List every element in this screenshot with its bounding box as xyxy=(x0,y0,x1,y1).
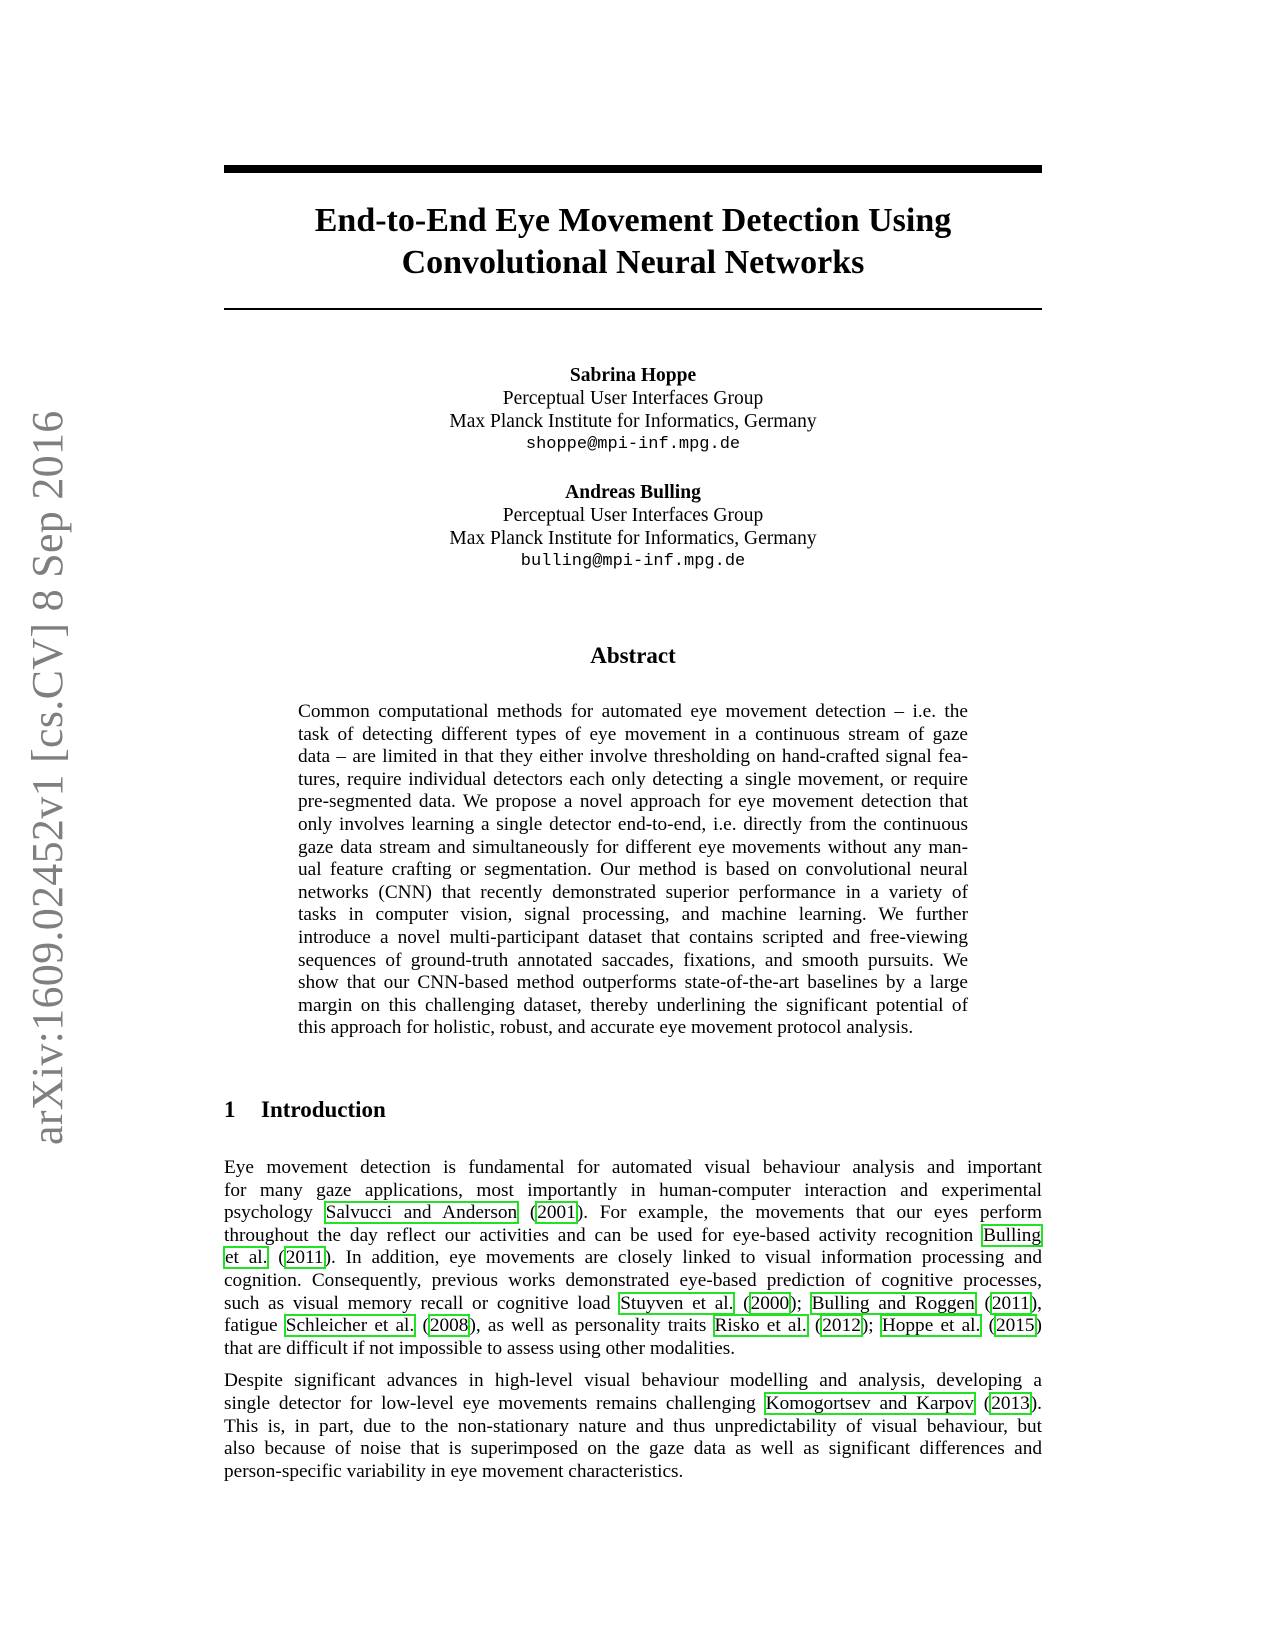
abstract-line: gaze data stream and simultaneously for … xyxy=(298,836,968,858)
citation-year-link[interactable]: 2001 xyxy=(535,1201,578,1225)
text-span: ). In addition, eye movements are closel… xyxy=(324,1247,1042,1269)
author-group: Perceptual User Interfaces Group xyxy=(502,388,764,409)
author-name: Andreas Bulling xyxy=(565,482,701,503)
text-line: Eye movement detection is fundamental fo… xyxy=(224,1157,1042,1178)
text-span: ( xyxy=(734,1292,750,1314)
text-span: ( xyxy=(415,1315,429,1337)
paper-title: End-to-End Eye Movement Detection Using … xyxy=(224,200,1042,284)
text-span: ( xyxy=(981,1315,995,1337)
text-span: such as visual memory recall or cognitiv… xyxy=(224,1292,620,1314)
citation-link[interactable]: Komogortsev and Karpov xyxy=(763,1391,976,1415)
text-line: also because of noise that is superimpos… xyxy=(224,1438,1042,1460)
text-span: psychology xyxy=(224,1202,325,1224)
abstract-line: networks (CNN) that recently demonstrate… xyxy=(298,881,968,903)
citation-link[interactable]: Bulling xyxy=(981,1223,1043,1247)
text-line: This is, in part, due to the non-station… xyxy=(224,1415,1042,1437)
text-line: single detector for low-level eye moveme… xyxy=(224,1391,1042,1416)
citation-link[interactable]: Salvucci and Anderson xyxy=(323,1201,520,1225)
abstract-line: tasks in computer vision, signal process… xyxy=(298,904,968,926)
title-bottom-rule xyxy=(224,308,1042,310)
title-top-rule xyxy=(224,165,1042,173)
text-span: ) xyxy=(1035,1315,1042,1337)
citation-year-link[interactable]: 2008 xyxy=(427,1314,471,1338)
text-span: ); xyxy=(861,1315,881,1337)
title-line-2: Convolutional Neural Networks xyxy=(401,244,865,281)
text-line: that are difficult if not impossible to … xyxy=(224,1337,736,1359)
citation-year-link[interactable]: 2011 xyxy=(283,1246,326,1270)
text-line: fatigue Schleicher et al. (2008), as wel… xyxy=(224,1314,1042,1338)
citation-year-link[interactable]: 2013 xyxy=(989,1391,1032,1415)
text-span: ); xyxy=(790,1292,811,1314)
abstract-line: ual feature crafting or segmentation. Ou… xyxy=(298,859,968,881)
abstract-line: task of detecting different types of eye… xyxy=(298,723,968,745)
text-span: ). For example, the movements that our e… xyxy=(576,1202,1042,1224)
text-line: throughout the day reflect our activitie… xyxy=(224,1223,1043,1248)
abstract-line: margin on this challenging dataset, ther… xyxy=(298,994,968,1016)
citation-link[interactable]: Risko et al. xyxy=(712,1314,809,1338)
text-line: Despite significant advances in high-lev… xyxy=(224,1370,1042,1392)
text-line: psychology Salvucci and Anderson (2001).… xyxy=(224,1201,1042,1225)
text-line: person-specific variability in eye movem… xyxy=(224,1460,684,1482)
text-span: ( xyxy=(268,1247,285,1269)
abstract-line: sequences of ground-truth annotated sacc… xyxy=(298,949,968,971)
text-span: ), xyxy=(1030,1292,1042,1314)
author-institute: Max Planck Institute for Informatics, Ge… xyxy=(449,528,817,549)
text-span: ( xyxy=(974,1392,991,1414)
text-line: cognition. Consequently, previous works … xyxy=(224,1269,1042,1291)
text-span: ). xyxy=(1030,1392,1042,1414)
author-name: Sabrina Hoppe xyxy=(569,365,697,386)
abstract-line: data – are limited in that they either i… xyxy=(298,746,968,768)
text-line: for many gaze applications, most importa… xyxy=(224,1179,1042,1201)
abstract-heading: Abstract xyxy=(590,643,676,668)
abstract-line: show that our CNN-based method outperfor… xyxy=(298,972,968,994)
introduction-body: Eye movement detection is fundamental fo… xyxy=(222,1157,1043,1493)
author-block: Sabrina Hoppe Perceptual User Interfaces… xyxy=(224,364,1042,456)
title-line-1: End-to-End Eye Movement Detection Using xyxy=(314,202,952,239)
citation-link[interactable]: Hoppe et al. xyxy=(879,1314,983,1338)
abstract-line: pre-segmented data. We propose a novel a… xyxy=(298,791,968,813)
text-span: ( xyxy=(975,1292,991,1314)
abstract-line: introduce a novel multi-participant data… xyxy=(298,926,968,948)
author-email[interactable]: shoppe@mpi-inf.mpg.de xyxy=(224,433,1042,456)
citation-year-link[interactable]: 2012 xyxy=(820,1314,863,1338)
citation-year-link[interactable]: 2011 xyxy=(989,1291,1032,1315)
section-title: Introduction xyxy=(261,1097,386,1122)
author-institute: Max Planck Institute for Informatics, Ge… xyxy=(449,411,817,432)
citation-year-link[interactable]: 2015 xyxy=(993,1314,1037,1338)
section-heading-introduction: 1 Introduction xyxy=(224,1097,386,1123)
abstract-line: tures, require individual detectors each… xyxy=(298,768,968,790)
citation-year-link[interactable]: 2000 xyxy=(748,1291,792,1315)
author-block: Andreas Bulling Perceptual User Interfac… xyxy=(224,481,1042,573)
abstract-line: Common computational methods for automat… xyxy=(298,701,968,722)
citation-link[interactable]: Bulling and Roggen xyxy=(809,1291,977,1315)
text-span: fatigue xyxy=(224,1315,285,1337)
abstract-line: only involves learning a single detector… xyxy=(298,813,968,835)
text-span: single detector for low-level eye moveme… xyxy=(224,1392,765,1414)
text-span: ( xyxy=(807,1315,822,1337)
text-line: such as visual memory recall or cognitiv… xyxy=(224,1291,1042,1316)
text-span: throughout the day reflect our activitie… xyxy=(224,1224,983,1246)
abstract-body: Common computational methods for automat… xyxy=(298,701,968,1040)
author-list: Sabrina Hoppe Perceptual User Interfaces… xyxy=(224,364,1042,598)
text-span: ( xyxy=(518,1202,537,1224)
abstract-line: this approach for holistic, robust, and … xyxy=(298,1017,914,1039)
intro-paragraph-1: Eye movement detection is fundamental fo… xyxy=(222,1157,1043,1360)
citation-link[interactable]: Schleicher et al. xyxy=(283,1314,417,1338)
intro-paragraph-2: Despite significant advances in high-lev… xyxy=(224,1370,1042,1483)
text-line: et al. (2011). In addition, eye movement… xyxy=(222,1246,1042,1270)
arxiv-identifier-stamp: arXiv:1609.02452v1 [cs.CV] 8 Sep 2016 xyxy=(23,410,72,1145)
author-group: Perceptual User Interfaces Group xyxy=(502,505,764,526)
citation-link[interactable]: Stuyven et al. xyxy=(618,1291,736,1315)
author-email[interactable]: bulling@mpi-inf.mpg.de xyxy=(224,550,1042,573)
text-span: ), as well as personality traits xyxy=(469,1315,714,1337)
citation-link[interactable]: et al. xyxy=(222,1246,270,1270)
section-number: 1 xyxy=(224,1097,236,1122)
